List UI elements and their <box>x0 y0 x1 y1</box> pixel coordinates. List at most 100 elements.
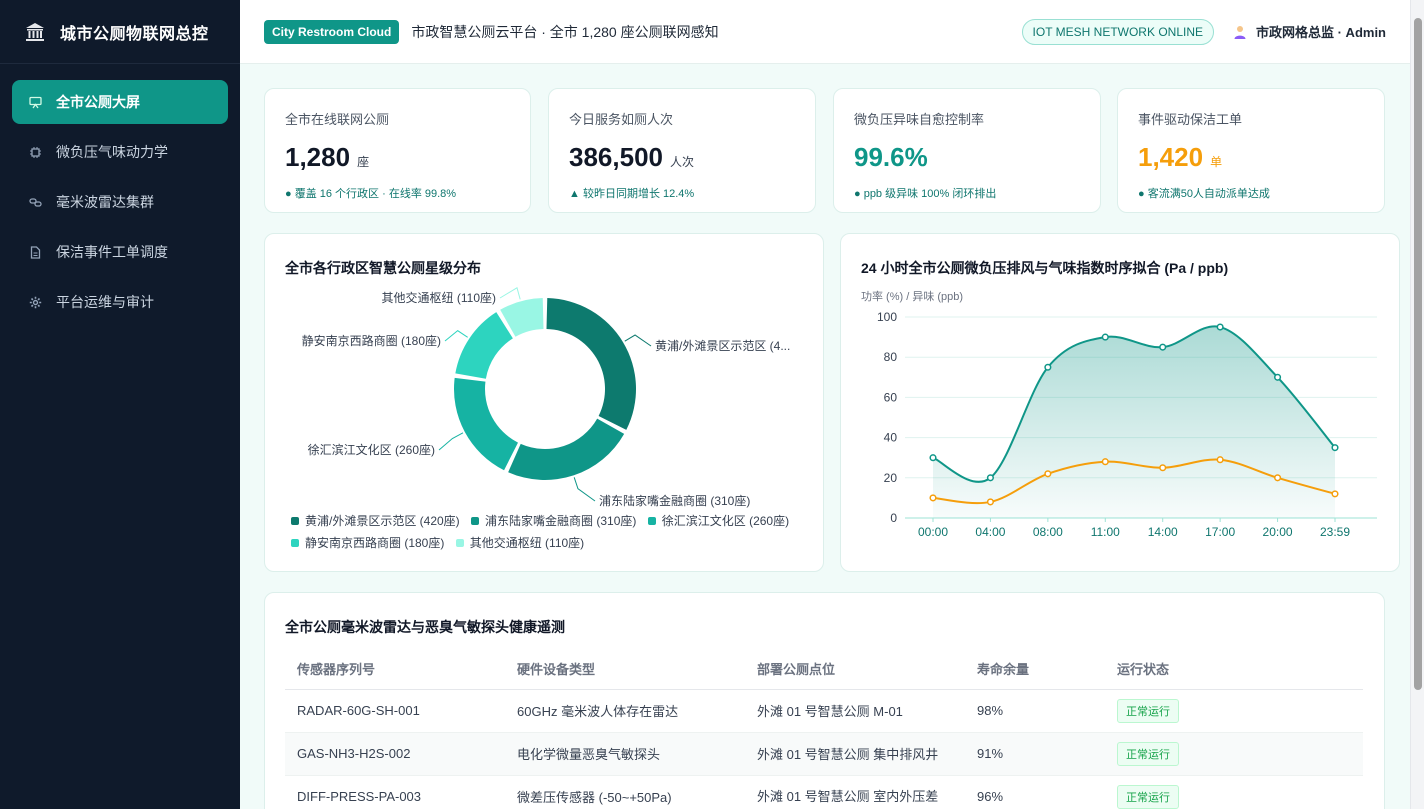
donut-leader-line <box>444 330 468 342</box>
table-row[interactable]: RADAR-60G-SH-001 60GHz 毫米波人体存在雷达 外滩 01 号… <box>285 689 1363 733</box>
cell-serial: GAS-NH3-H2S-002 <box>285 732 505 776</box>
table-row[interactable]: GAS-NH3-H2S-002 电化学微量恶臭气敏探头 外滩 01 号智慧公厕 … <box>285 732 1363 776</box>
cell-life: 96% <box>965 775 1105 809</box>
cell-type: 微差压传感器 (-50~+50Pa) <box>505 775 745 809</box>
y-tick-label: 60 <box>884 390 898 404</box>
table-row[interactable]: DIFF-PRESS-PA-003 微差压传感器 (-50~+50Pa) 外滩 … <box>285 775 1363 809</box>
sidebar-item-radar[interactable]: 毫米波雷达集群 <box>12 180 228 224</box>
cell-life: 91% <box>965 732 1105 776</box>
page-scrollbar[interactable] <box>1410 0 1424 809</box>
kpi-label: 事件驱动保洁工单 <box>1138 112 1243 127</box>
table-header-row: 传感器序列号 硬件设备类型 部署公厕点位 寿命余量 运行状态 <box>285 649 1363 690</box>
series-point[interactable] <box>1216 456 1224 464</box>
kpi-value: 1,280 <box>285 142 351 172</box>
kpi-value: 99.6% <box>854 142 928 172</box>
donut-leader-line <box>573 477 596 502</box>
series-point[interactable] <box>986 474 994 482</box>
donut-slice[interactable] <box>508 418 625 480</box>
legend-swatch <box>291 517 299 525</box>
legend-swatch <box>291 539 299 547</box>
series-point[interactable] <box>1216 323 1224 331</box>
donut-slice-label: 静安南京西路商圈 (180座) <box>302 333 441 348</box>
cell-location: 外滩 01 号智慧公厕 集中排风井 <box>745 732 965 776</box>
legend-item[interactable]: 浦东陆家嘴金融商圈 (310座) <box>471 510 636 532</box>
series-point[interactable] <box>1101 333 1109 341</box>
kpi-unit: 单 <box>1210 155 1223 169</box>
series-point[interactable] <box>1101 458 1109 466</box>
kpi-card-online: 全市在线联网公厕 1,280 座 ● 覆盖 16 个行政区 · 在线率 99.8… <box>264 88 531 213</box>
sidebar-item-dashboard[interactable]: 全市公厕大屏 <box>12 80 228 124</box>
kpi-note: ● ppb 级异味 100% 闭环排出 <box>854 188 997 200</box>
y-tick-label: 80 <box>884 350 898 364</box>
platform-tag: City Restroom Cloud <box>264 19 400 44</box>
sidebar-item-pressure[interactable]: 微负压气味动力学 <box>12 130 228 174</box>
header-right: IOT MESH NETWORK ONLINE 市政网格总监 · Admin <box>1021 18 1386 45</box>
cell-serial: RADAR-60G-SH-001 <box>285 689 505 733</box>
brand-title: 城市公厕物联网总控 <box>60 25 209 43</box>
series-point[interactable] <box>1274 373 1282 381</box>
series-point[interactable] <box>1274 474 1282 482</box>
sidebar-item-workorder[interactable]: 保洁事件工单调度 <box>12 230 228 274</box>
donut-slice-label: 其他交通枢纽 (110座) <box>382 290 496 305</box>
x-tick-label: 08:00 <box>1033 525 1063 539</box>
series-point[interactable] <box>1159 464 1167 472</box>
x-tick-label: 14:00 <box>1148 525 1178 539</box>
kpi-label: 全市在线联网公厕 <box>285 112 390 127</box>
legend-item[interactable]: 其他交通枢纽 (110座) <box>455 532 585 554</box>
series-point[interactable] <box>1044 470 1052 478</box>
status-badge: 正常运行 <box>1117 698 1179 723</box>
y-tick-label: 0 <box>890 511 897 525</box>
series-point[interactable] <box>929 494 937 502</box>
donut-legend: 黄浦/外滩景区示范区 (420座) 浦东陆家嘴金融商圈 (310座) 徐汇滨江文… <box>291 510 811 554</box>
link-icon <box>28 195 42 209</box>
series-point[interactable] <box>1044 363 1052 371</box>
kpi-value: 1,420 <box>1138 142 1204 172</box>
user-icon[interactable] <box>1232 24 1248 40</box>
legend-item[interactable]: 黄浦/外滩景区示范区 (420座) <box>291 510 460 532</box>
donut-leader-line <box>624 334 652 347</box>
donut-slice-label: 徐汇滨江文化区 (260座) <box>308 442 435 457</box>
x-tick-label: 17:00 <box>1205 525 1235 539</box>
brand: 城市公厕物联网总控 <box>0 0 240 64</box>
sidebar-item-label: 微负压气味动力学 <box>56 144 168 160</box>
legend-label: 其他交通枢纽 (110座) <box>469 536 585 550</box>
line-chart: 功率 (%) / 异味 (ppb) 0 20 40 60 80 100 00:00 04:00 0… <box>861 289 1377 539</box>
donut-slice[interactable] <box>546 298 636 430</box>
y-axis-label: 功率 (%) / 异味 (ppb) <box>861 289 963 303</box>
building-icon <box>26 22 44 41</box>
sidebar-item-ops[interactable]: 平台运维与审计 <box>12 280 228 324</box>
table-title: 全市公厕毫米波雷达与恶臭气敏探头健康遥测 <box>285 619 565 635</box>
donut-panel: 全市各行政区智慧公厕星级分布 黄浦/外滩景区示范区 (4... 浦东陆家嘴金融商圈… <box>264 233 824 572</box>
user-name[interactable]: 市政网格总监 · Admin <box>1256 22 1386 41</box>
y-tick-label: 100 <box>877 310 897 324</box>
x-tick-label: 11:00 <box>1091 525 1120 539</box>
donut-slice-label: 浦东陆家嘴金融商圈 (310座) <box>599 493 750 508</box>
series-point[interactable] <box>929 454 937 462</box>
series-point[interactable] <box>1331 490 1339 498</box>
series-point[interactable] <box>1331 444 1339 452</box>
column-header[interactable]: 寿命余量 <box>965 649 1105 690</box>
donut-slice[interactable] <box>454 377 518 471</box>
kpi-label: 微负压异味自愈控制率 <box>854 112 985 127</box>
scrollbar-thumb[interactable] <box>1414 18 1422 690</box>
sensor-table: 传感器序列号 硬件设备类型 部署公厕点位 寿命余量 运行状态 RADAR-60G… <box>285 649 1363 809</box>
legend-item[interactable]: 徐汇滨江文化区 (260座) <box>647 510 790 532</box>
x-tick-label: 20:00 <box>1263 525 1293 539</box>
legend-label: 徐汇滨江文化区 (260座) <box>661 514 790 528</box>
column-header[interactable]: 运行状态 <box>1105 649 1363 690</box>
kpi-unit: 座 <box>357 155 370 169</box>
series-point[interactable] <box>1159 343 1167 351</box>
legend-item[interactable]: 静安南京西路商圈 (180座) <box>291 532 444 554</box>
column-header[interactable]: 硬件设备类型 <box>505 649 745 690</box>
column-header[interactable]: 传感器序列号 <box>285 649 505 690</box>
column-header[interactable]: 部署公厕点位 <box>745 649 965 690</box>
network-status-badge: IOT MESH NETWORK ONLINE <box>1021 18 1214 45</box>
sidebar-item-label: 保洁事件工单调度 <box>56 244 168 260</box>
sidebar-item-label: 毫米波雷达集群 <box>56 194 154 210</box>
series-area <box>933 326 1335 518</box>
donut-slice[interactable] <box>455 312 513 379</box>
legend-label: 浦东陆家嘴金融商圈 (310座) <box>485 514 637 528</box>
series-point[interactable] <box>986 498 994 506</box>
donut-leader-line <box>438 432 464 451</box>
status-badge: 正常运行 <box>1117 741 1179 766</box>
